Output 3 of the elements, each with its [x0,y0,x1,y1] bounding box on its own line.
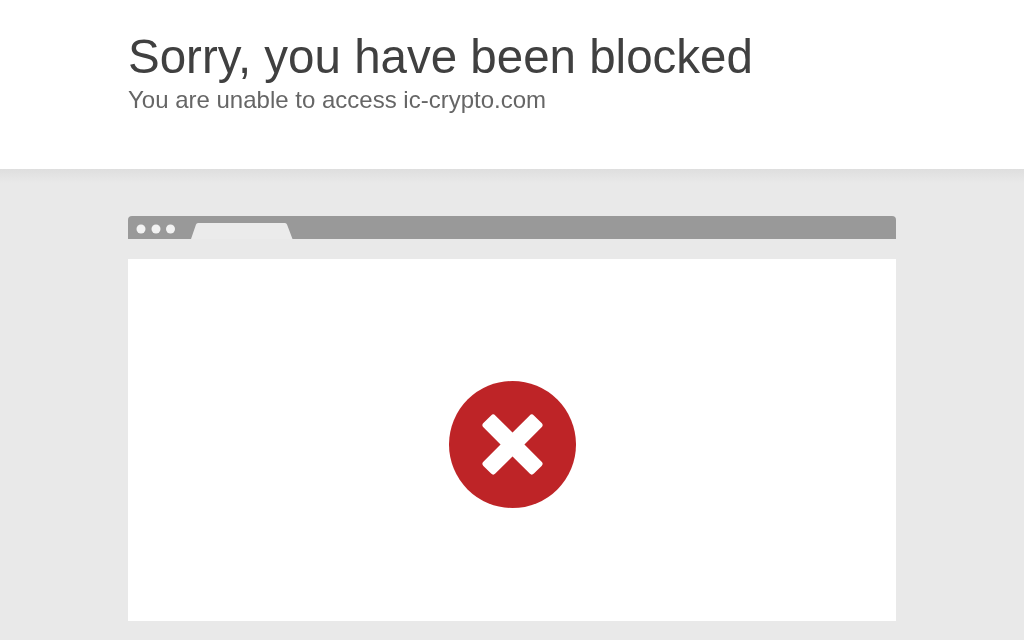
page-title: Sorry, you have been blocked [128,29,753,85]
page-subtitle: You are unable to access ic-crypto.com [128,86,546,114]
error-x-icon [448,380,576,508]
